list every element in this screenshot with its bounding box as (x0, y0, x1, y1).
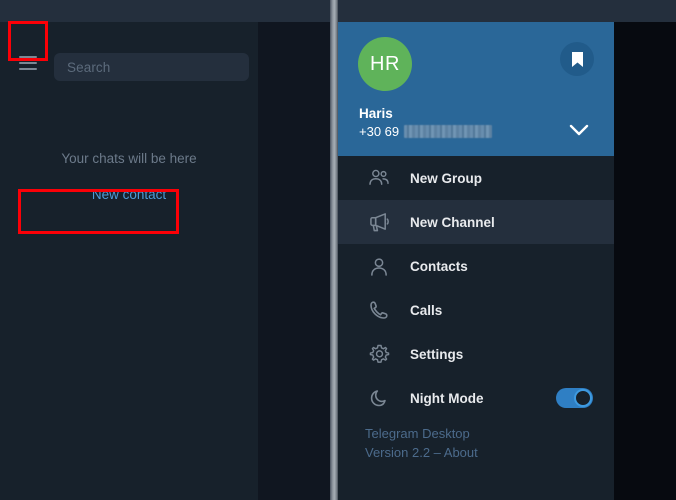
gear-icon (365, 344, 393, 365)
profile-phone-prefix: +30 69 (359, 124, 400, 139)
menu-item-label: Contacts (410, 258, 468, 274)
avatar: HR (358, 37, 412, 91)
menu-item-label: Night Mode (410, 390, 484, 406)
main-menu-panel: HR Haris +30 69 New Group New Channel Co… (338, 22, 614, 500)
profile-name: Haris (359, 106, 393, 121)
menu-item-label: New Group (410, 170, 483, 186)
chat-list-panel: Search Your chats will be here New conta… (0, 22, 258, 500)
hamburger-icon-line (19, 68, 37, 70)
search-placeholder: Search (67, 59, 111, 75)
menu-footer: Telegram Desktop Version 2.2 – About (365, 424, 478, 462)
version-about-link[interactable]: Version 2.2 – About (365, 443, 478, 462)
hamburger-icon-line (19, 56, 37, 58)
window-titlebar (0, 0, 676, 22)
profile-phone: +30 69 (359, 124, 493, 139)
telegram-desktop-window: Search Your chats will be here New conta… (0, 0, 676, 500)
menu-item-label: Settings (410, 346, 464, 362)
menu-item-new-channel[interactable]: New Channel (338, 200, 614, 244)
night-mode-toggle[interactable] (556, 388, 593, 408)
people-icon (365, 169, 393, 187)
menu-item-contacts[interactable]: Contacts (338, 244, 614, 288)
profile-header: HR Haris +30 69 (338, 22, 614, 156)
menu-item-settings[interactable]: Settings (338, 332, 614, 376)
chevron-down-icon (569, 124, 589, 135)
hamburger-icon-line (19, 62, 37, 64)
dimmed-backdrop[interactable] (258, 22, 331, 500)
new-contact-link[interactable]: New contact (0, 187, 258, 202)
redacted-phone-digits (404, 125, 493, 138)
empty-chats-message: Your chats will be here (61, 151, 197, 166)
menu-item-label: New Channel (410, 214, 495, 230)
window-titlebar-right (614, 0, 676, 22)
bookmark-icon (571, 51, 583, 67)
menu-item-night-mode[interactable]: Night Mode (338, 376, 614, 420)
vertical-scrollbar[interactable] (330, 0, 338, 500)
expand-accounts-button[interactable] (566, 117, 592, 143)
saved-messages-button[interactable] (560, 42, 594, 76)
moon-icon (365, 388, 393, 408)
menu-item-calls[interactable]: Calls (338, 288, 614, 332)
phone-icon (365, 300, 393, 320)
toggle-knob (574, 389, 592, 407)
menu-item-label: Calls (410, 302, 443, 318)
hamburger-menu-button[interactable] (11, 46, 45, 80)
megaphone-icon (365, 212, 393, 232)
search-input[interactable]: Search (54, 53, 249, 81)
app-name-label: Telegram Desktop (365, 426, 470, 441)
person-icon (365, 257, 393, 276)
menu-items-list: New Group New Channel Contacts Calls Set… (338, 156, 614, 420)
menu-item-new-group[interactable]: New Group (338, 156, 614, 200)
